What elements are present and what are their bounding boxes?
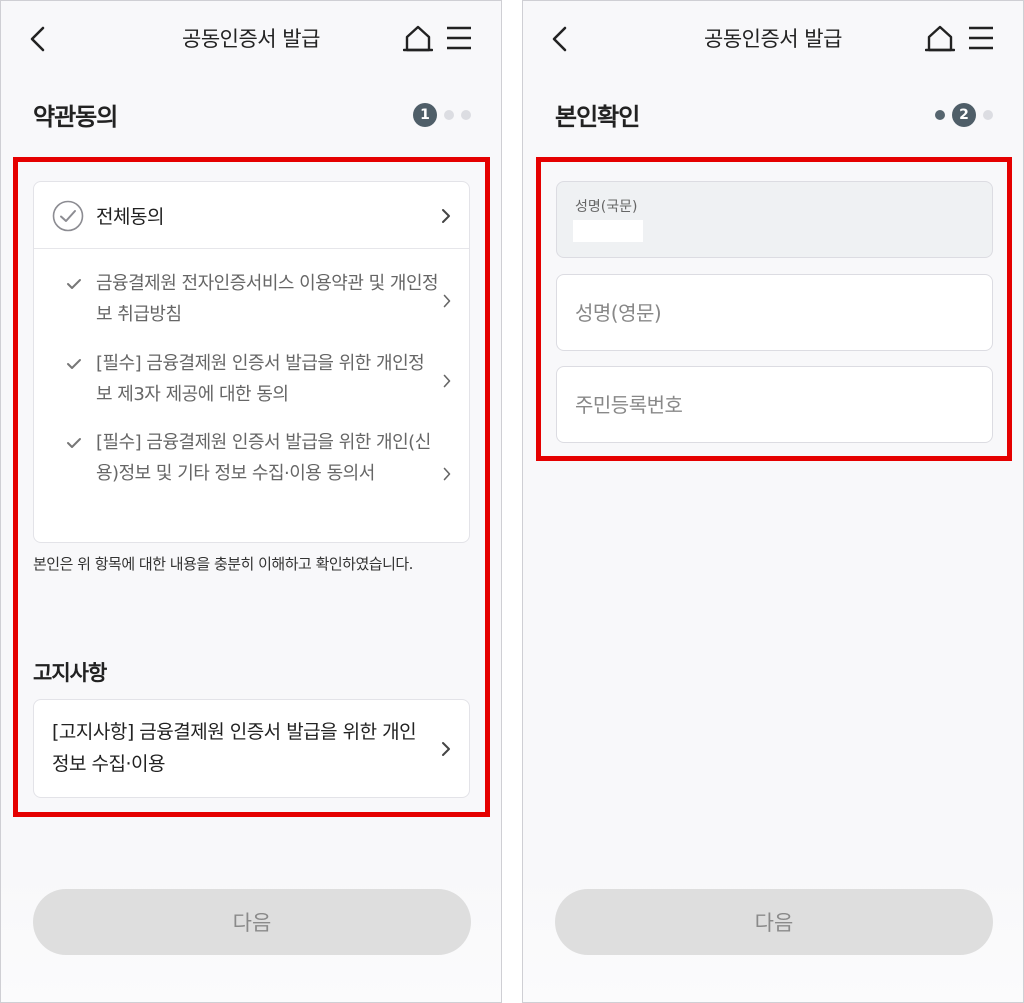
step-indicator: 2: [935, 103, 993, 127]
chevron-right-icon: [442, 209, 450, 223]
app-header: 공동인증서 발급: [1, 1, 501, 77]
term-label: [필수] 금융결제원 인증서 발급을 위한 개인(신용)정보 및 기타 정보 수…: [96, 432, 431, 484]
resident-number-input[interactable]: [557, 367, 992, 442]
step-3-dot: [461, 110, 471, 120]
agree-all-row[interactable]: 전체동의: [34, 182, 469, 249]
next-button[interactable]: 다음: [33, 889, 471, 955]
menu-icon[interactable]: [445, 23, 473, 53]
term-item-collection[interactable]: [필수] 금융결제원 인증서 발급을 위한 개인(신용)정보 및 기타 정보 수…: [34, 427, 469, 522]
step-indicator: 1: [413, 103, 471, 127]
check-icon[interactable]: [66, 436, 82, 450]
step-1-current: 1: [413, 103, 437, 127]
name-english-input[interactable]: [557, 275, 992, 350]
term-item-third-party[interactable]: [필수] 금융결제원 인증서 발급을 위한 개인정보 제3자 제공에 대한 동의: [34, 348, 469, 412]
home-icon[interactable]: [403, 23, 433, 53]
back-arrow-icon[interactable]: [25, 23, 53, 55]
notice-item[interactable]: [고지사항] 금융결제원 인증서 발급을 위한 개인 정보 수집·이용: [33, 699, 470, 798]
resident-number-field[interactable]: [556, 366, 993, 443]
name-korean-value: [573, 220, 643, 242]
chevron-right-icon: [442, 742, 450, 756]
terms-card: 전체동의 금융결제원 전자인증서비스 이용약관 및 개인정보 취급방침 [필수]…: [33, 181, 470, 543]
step-1-dot: [935, 110, 945, 120]
notice-label: [고지사항] 금융결제원 인증서 발급을 위한 개인 정보 수집·이용: [52, 721, 417, 775]
check-icon[interactable]: [66, 357, 82, 371]
left-screen-terms: 공동인증서 발급 약관동의 1 전체동의 금융결제원 전자인증서비스 이용약관 …: [0, 0, 502, 1003]
confirmation-statement: 본인은 위 항목에 대한 내용을 충분히 이해하고 확인하였습니다.: [33, 555, 413, 573]
agree-all-label: 전체동의: [96, 206, 164, 228]
next-button[interactable]: 다음: [555, 889, 993, 955]
step-3-dot: [983, 110, 993, 120]
menu-icon[interactable]: [967, 23, 995, 53]
chevron-right-icon: [443, 467, 451, 481]
right-screen-identity: 공동인증서 발급 본인확인 2 성명(국문) 다음: [522, 0, 1024, 1003]
term-item-service-terms[interactable]: 금융결제원 전자인증서비스 이용약관 및 개인정보 취급방침: [34, 268, 469, 332]
step-2-dot: [444, 110, 454, 120]
term-label: 금융결제원 전자인증서비스 이용약관 및 개인정보 취급방침: [96, 273, 439, 325]
back-arrow-icon[interactable]: [547, 23, 575, 55]
step-2-current: 2: [952, 103, 976, 127]
term-label: [필수] 금융결제원 인증서 발급을 위한 개인정보 제3자 제공에 대한 동의: [96, 353, 425, 405]
check-icon[interactable]: [66, 277, 82, 291]
check-circle-icon[interactable]: [52, 200, 84, 232]
name-korean-field: 성명(국문): [556, 181, 993, 258]
chevron-right-icon: [443, 374, 451, 388]
app-header: 공동인증서 발급: [523, 1, 1023, 77]
name-english-field[interactable]: [556, 274, 993, 351]
page-title: 약관동의: [33, 103, 118, 131]
name-korean-label: 성명(국문): [575, 199, 638, 215]
chevron-right-icon: [443, 294, 451, 308]
notice-heading: 고지사항: [33, 661, 107, 685]
home-icon[interactable]: [925, 23, 955, 53]
page-title: 본인확인: [555, 103, 640, 131]
